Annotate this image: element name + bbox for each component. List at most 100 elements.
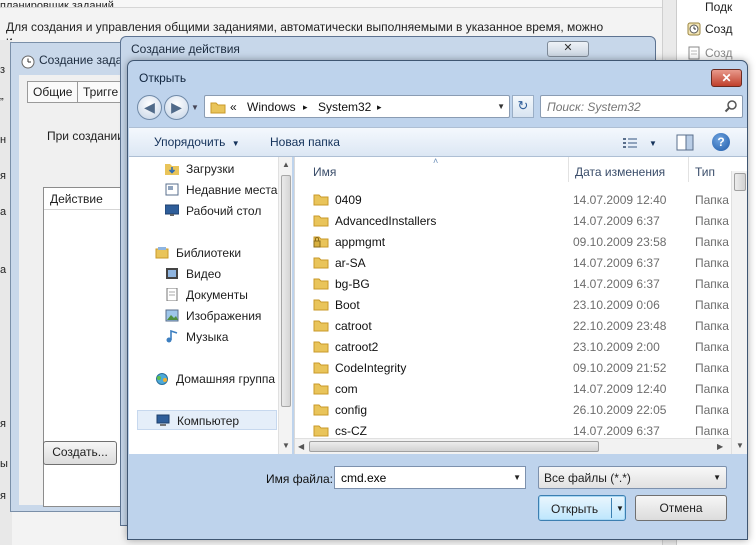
- file-date: 14.07.2009 6:37: [573, 277, 660, 291]
- file-list-vertical-scrollbar[interactable]: ▼: [731, 171, 747, 454]
- file-type: Папка: [695, 424, 729, 438]
- file-name: AdvancedInstallers: [335, 214, 437, 228]
- filename-input[interactable]: [339, 469, 507, 486]
- homegroup-icon: [156, 373, 168, 385]
- left-fragment[interactable]: я: [0, 418, 6, 430]
- file-type: Папка: [695, 319, 729, 333]
- nav-item-libraries[interactable]: Библиотеки: [129, 243, 279, 263]
- window-title-strip: планировщик заданий: [0, 0, 662, 8]
- column-header-type[interactable]: Тип: [689, 157, 731, 182]
- nav-item-downloads[interactable]: Загрузки: [129, 159, 279, 179]
- help-icon[interactable]: ?: [712, 133, 730, 151]
- back-arrow-icon: ◀: [144, 99, 155, 115]
- left-fragment[interactable]: н: [0, 134, 6, 146]
- action-create-task[interactable]: Созд: [705, 46, 732, 60]
- scrollbar-thumb[interactable]: [309, 441, 599, 452]
- scroll-down-icon[interactable]: ▼: [736, 441, 744, 450]
- filetype-value: Все файлы (*.*): [544, 471, 631, 485]
- file-type: Папка: [695, 277, 729, 291]
- nav-item-homegroup[interactable]: Домашняя группа: [129, 369, 279, 389]
- scrollbar-thumb[interactable]: [281, 175, 291, 407]
- file-row[interactable]: catroot 22.10.2009 23:48 Папка: [295, 315, 729, 336]
- file-row[interactable]: AdvancedInstallers 14.07.2009 6:37 Папка: [295, 210, 729, 231]
- filetype-select[interactable]: Все файлы (*.*) ▼: [538, 466, 727, 489]
- file-row[interactable]: bg-BG 14.07.2009 6:37 Папка: [295, 273, 729, 294]
- address-dropdown-icon[interactable]: ▼: [497, 102, 505, 111]
- file-row[interactable]: ar-SA 14.07.2009 6:37 Папка: [295, 252, 729, 273]
- scroll-left-icon[interactable]: ◀: [298, 442, 304, 451]
- tab-general[interactable]: Общие: [27, 81, 79, 103]
- folder-icon: [313, 278, 329, 290]
- filename-combobox[interactable]: ▼: [334, 466, 526, 489]
- left-fragment: я: [0, 170, 6, 182]
- new-folder-button[interactable]: Новая папка: [270, 135, 340, 149]
- action-create-basic-task[interactable]: Созд: [705, 22, 732, 36]
- nav-item-desktop[interactable]: Рабочий стол: [129, 201, 279, 221]
- file-list: ˄ Имя Дата изменения Тип 0409 14.07.2009 …: [294, 156, 747, 454]
- chevron-down-icon: ▼: [713, 473, 721, 482]
- pictures-icon: [165, 309, 179, 322]
- nav-item-music[interactable]: Музыка: [129, 327, 279, 347]
- close-button[interactable]: ✕: [547, 41, 589, 57]
- actions-tab-description: При создании: [47, 129, 124, 143]
- cancel-button[interactable]: Отмена: [635, 495, 727, 521]
- file-row[interactable]: config 26.10.2009 22:05 Папка: [295, 399, 729, 420]
- folder-icon: [313, 341, 329, 353]
- back-button[interactable]: ◀: [137, 95, 162, 120]
- file-row[interactable]: 0409 14.07.2009 12:40 Папка: [295, 189, 729, 210]
- navigation-scrollbar[interactable]: ▲ ▼: [278, 157, 292, 454]
- file-type: Папка: [695, 214, 729, 228]
- breadcrumb-system32[interactable]: System32: [318, 100, 371, 114]
- recent-pages-dropdown[interactable]: ▼: [191, 103, 199, 112]
- organize-button[interactable]: Упорядочить ▼: [154, 135, 240, 149]
- nav-item-label: Домашняя группа: [176, 372, 276, 386]
- preview-pane-icon[interactable]: [676, 134, 694, 151]
- nav-item-computer[interactable]: Компьютер: [137, 410, 277, 430]
- nav-item-documents[interactable]: Документы: [129, 285, 279, 305]
- left-fragment[interactable]: а: [0, 264, 6, 276]
- search-input[interactable]: [545, 98, 721, 115]
- folder-icon: [313, 194, 329, 206]
- file-row[interactable]: Boot 23.10.2009 0:06 Папка: [295, 294, 729, 315]
- file-row[interactable]: catroot2 23.10.2009 2:00 Папка: [295, 336, 729, 357]
- file-list-horizontal-scrollbar[interactable]: ◀ ▶: [295, 438, 731, 454]
- open-options-dropdown-icon[interactable]: ▼: [616, 504, 624, 513]
- nav-item-pictures[interactable]: Изображения: [129, 306, 279, 326]
- address-bar[interactable]: « Windows ▸ System32 ▸ ▼: [204, 95, 510, 118]
- views-icon[interactable]: [622, 136, 638, 150]
- breadcrumb-separator[interactable]: ▸: [303, 102, 308, 113]
- downloads-icon: [165, 164, 179, 175]
- file-row[interactable]: com 14.07.2009 12:40 Папка: [295, 378, 729, 399]
- split-divider: [611, 498, 612, 518]
- breadcrumb-separator[interactable]: ▸: [377, 102, 382, 113]
- file-row[interactable]: appmgmt 09.10.2009 23:58 Папка: [295, 231, 729, 252]
- create-action-button[interactable]: Создать...: [43, 441, 117, 465]
- scroll-up-icon[interactable]: ▲: [282, 160, 290, 169]
- scroll-down-icon[interactable]: ▼: [282, 441, 290, 450]
- file-type: Папка: [695, 403, 729, 417]
- breadcrumb-overflow[interactable]: «: [230, 100, 237, 114]
- file-date: 14.07.2009 6:37: [573, 256, 660, 270]
- nav-item-recent-places[interactable]: Недавние места: [129, 180, 279, 200]
- action-connect[interactable]: Подк: [705, 0, 732, 14]
- close-button[interactable]: ✕: [711, 69, 742, 87]
- column-header-date[interactable]: Дата изменения: [569, 157, 689, 182]
- breadcrumb-windows[interactable]: Windows: [247, 100, 296, 114]
- search-icon[interactable]: [724, 99, 738, 113]
- column-header-name[interactable]: Имя: [307, 157, 569, 182]
- scroll-right-icon[interactable]: ▶: [717, 442, 723, 451]
- refresh-button[interactable]: ↻: [512, 95, 534, 118]
- open-button[interactable]: Открыть ▼: [538, 495, 626, 521]
- nav-item-video[interactable]: Видео: [129, 264, 279, 284]
- search-box[interactable]: [540, 95, 743, 118]
- views-dropdown-icon[interactable]: ▼: [649, 139, 657, 148]
- file-row[interactable]: CodeIntegrity 09.10.2009 21:52 Папка: [295, 357, 729, 378]
- chevron-down-icon[interactable]: ▼: [513, 473, 521, 482]
- dialog-title: Открыть: [139, 71, 187, 85]
- forward-button[interactable]: ▶: [164, 95, 189, 120]
- clock-icon: [687, 22, 701, 36]
- close-icon: ✕: [563, 42, 573, 54]
- locked-folder-icon: [313, 236, 329, 248]
- tab-triggers[interactable]: Тригге: [77, 81, 125, 103]
- scrollbar-thumb[interactable]: [734, 173, 746, 191]
